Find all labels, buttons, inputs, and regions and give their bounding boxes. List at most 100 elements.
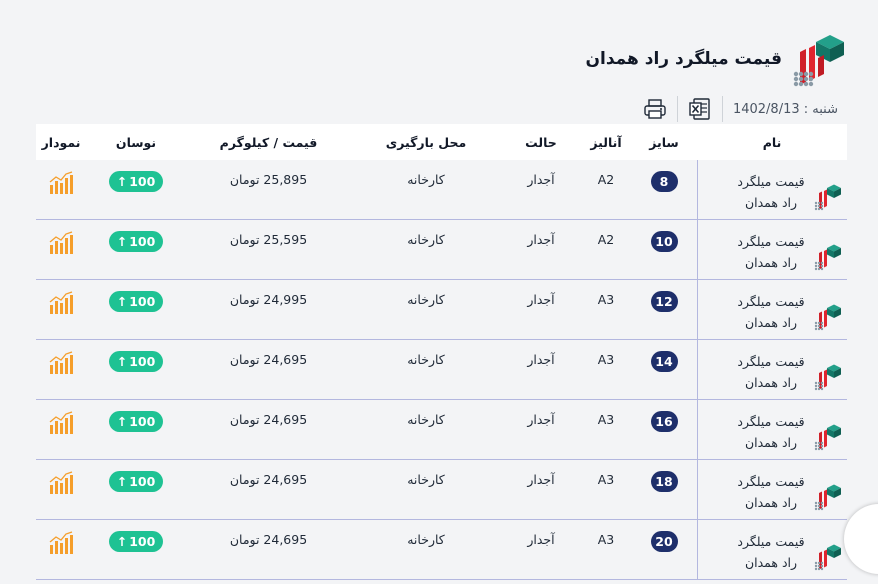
up-arrow-icon: ↑: [116, 474, 128, 489]
chat-widget-button[interactable]: [844, 504, 878, 574]
cell-analysis: A3: [597, 352, 615, 367]
cell-name[interactable]: قیمت میلگرد راد همدان: [697, 400, 847, 459]
product-name: قیمت میلگرد راد همدان: [737, 414, 805, 450]
cell-size: 14: [631, 340, 697, 399]
swing-badge: ↑ 100: [109, 171, 163, 192]
size-badge: 20: [650, 531, 678, 552]
cell-place: کارخانه: [407, 412, 445, 427]
column-header-price: قیمت / کیلوگرم: [219, 134, 318, 150]
cell-analysis: A2: [597, 172, 615, 187]
rebar-logo-icon: [814, 484, 841, 511]
cell-state: آجدار: [527, 472, 555, 487]
cell-state: آجدار: [527, 352, 555, 367]
cell-price: 24,695 تومان: [186, 460, 351, 519]
cell-swing: ↑ 100: [86, 160, 186, 219]
product-name: قیمت میلگرد راد همدان: [737, 174, 805, 210]
swing-badge: ↑ 100: [109, 291, 163, 312]
table-row: قیمت میلگرد راد همدان 8 A2 آجدار کارخانه 25,8…: [36, 160, 847, 220]
cell-swing: ↑ 100: [86, 280, 186, 339]
price-value: 25,895 تومان: [229, 172, 308, 187]
bar-chart-icon-glyph: [49, 471, 73, 494]
toolbar-divider: [721, 96, 723, 122]
cell-chart: [36, 400, 86, 459]
cell-name[interactable]: قیمت میلگرد راد همدان: [697, 520, 847, 579]
swing-badge: ↑ 100: [109, 351, 163, 372]
cell-analysis: A3: [597, 412, 615, 427]
cell-price: 24,695 تومان: [186, 340, 351, 399]
cell-analysis: A3: [597, 292, 615, 307]
printer-icon[interactable]: [643, 97, 667, 121]
name-wrap: قیمت میلگرد راد همدان: [733, 467, 843, 519]
bar-chart-icon[interactable]: [48, 291, 74, 339]
product-name: قیمت میلگرد راد همدان: [737, 474, 805, 510]
table-body: قیمت میلگرد راد همدان 8 A2 آجدار کارخانه 25,8…: [36, 160, 847, 580]
size-badge: 10: [650, 231, 678, 252]
swing-badge: ↑ 100: [109, 231, 163, 252]
toolbar: شنبه : 1402/8/13: [643, 96, 838, 122]
page-header: قیمت میلگرد راد همدان: [586, 30, 849, 88]
name-wrap: قیمت میلگرد راد همدان: [733, 167, 843, 219]
cell-chart: [36, 160, 86, 219]
cell-place: کارخانه: [407, 172, 445, 187]
product-name: قیمت میلگرد راد همدان: [737, 294, 805, 330]
bar-chart-icon[interactable]: [48, 471, 74, 519]
cell-price: 25,895 تومان: [186, 160, 351, 219]
cell-name[interactable]: قیمت میلگرد راد همدان: [697, 160, 847, 219]
table-row: قیمت میلگرد راد همدان 16 A3 آجدار کارخانه 24,…: [36, 400, 847, 460]
cell-size: 12: [631, 280, 697, 339]
swing-value: 100: [129, 474, 156, 489]
column-header-place: محل بارگیری: [385, 134, 467, 150]
price-value: 25,595 تومان: [229, 232, 308, 247]
swing-value: 100: [129, 174, 156, 189]
swing-badge: ↑ 100: [109, 471, 163, 492]
rebar-logo-icon: [814, 424, 841, 451]
cell-place: کارخانه: [407, 472, 445, 487]
table-row: قیمت میلگرد راد همدان 18 A3 آجدار کارخانه 24,…: [36, 460, 847, 520]
toolbar-divider: [676, 96, 678, 122]
cell-chart: [36, 460, 86, 519]
table-row: قیمت میلگرد راد همدان 10 A2 آجدار کارخانه 25,…: [36, 220, 847, 280]
size-badge: 8: [650, 171, 678, 192]
swing-value: 100: [129, 234, 156, 249]
cell-price: 25,595 تومان: [186, 220, 351, 279]
cell-name[interactable]: قیمت میلگرد راد همدان: [697, 220, 847, 279]
cell-size: 18: [631, 460, 697, 519]
cell-name[interactable]: قیمت میلگرد راد همدان: [697, 340, 847, 399]
price-value: 24,695 تومان: [229, 412, 308, 427]
printer-icon-glyph: [644, 99, 666, 119]
cell-swing: ↑ 100: [86, 460, 186, 519]
cell-state: آجدار: [527, 232, 555, 247]
swing-value: 100: [129, 294, 156, 309]
cell-price: 24,695 تومان: [186, 400, 351, 459]
bar-chart-icon[interactable]: [48, 351, 74, 399]
swing-value: 100: [129, 414, 156, 429]
swing-badge: ↑ 100: [109, 531, 163, 552]
page-title: قیمت میلگرد راد همدان: [585, 49, 783, 69]
cell-size: 16: [631, 400, 697, 459]
cell-name[interactable]: قیمت میلگرد راد همدان: [697, 460, 847, 519]
table-row: قیمت میلگرد راد همدان 12 A3 آجدار کارخانه 24,…: [36, 280, 847, 340]
cell-analysis: A3: [597, 532, 615, 547]
bar-chart-icon[interactable]: [48, 231, 74, 279]
bar-chart-icon[interactable]: [48, 531, 74, 579]
bar-chart-icon-glyph: [49, 171, 73, 194]
price-value: 24,695 تومان: [229, 352, 308, 367]
cell-state: آجدار: [527, 292, 555, 307]
rebar-logo-icon: [814, 244, 841, 271]
cell-price: 24,695 تومان: [186, 520, 351, 579]
rebar-logo-icon: [814, 364, 841, 391]
bar-chart-icon-glyph: [49, 531, 73, 554]
cell-analysis: A3: [597, 472, 615, 487]
cell-swing: ↑ 100: [86, 340, 186, 399]
bar-chart-icon[interactable]: [48, 171, 74, 219]
size-badge: 12: [650, 291, 678, 312]
cell-price: 24,995 تومان: [186, 280, 351, 339]
excel-icon[interactable]: [688, 97, 712, 121]
cell-state: آجدار: [527, 532, 555, 547]
up-arrow-icon: ↑: [116, 174, 128, 189]
bar-chart-icon[interactable]: [48, 411, 74, 459]
date-label: شنبه : 1402/8/13: [732, 101, 838, 117]
up-arrow-icon: ↑: [116, 354, 128, 369]
name-wrap: قیمت میلگرد راد همدان: [733, 287, 843, 339]
cell-name[interactable]: قیمت میلگرد راد همدان: [697, 280, 847, 339]
